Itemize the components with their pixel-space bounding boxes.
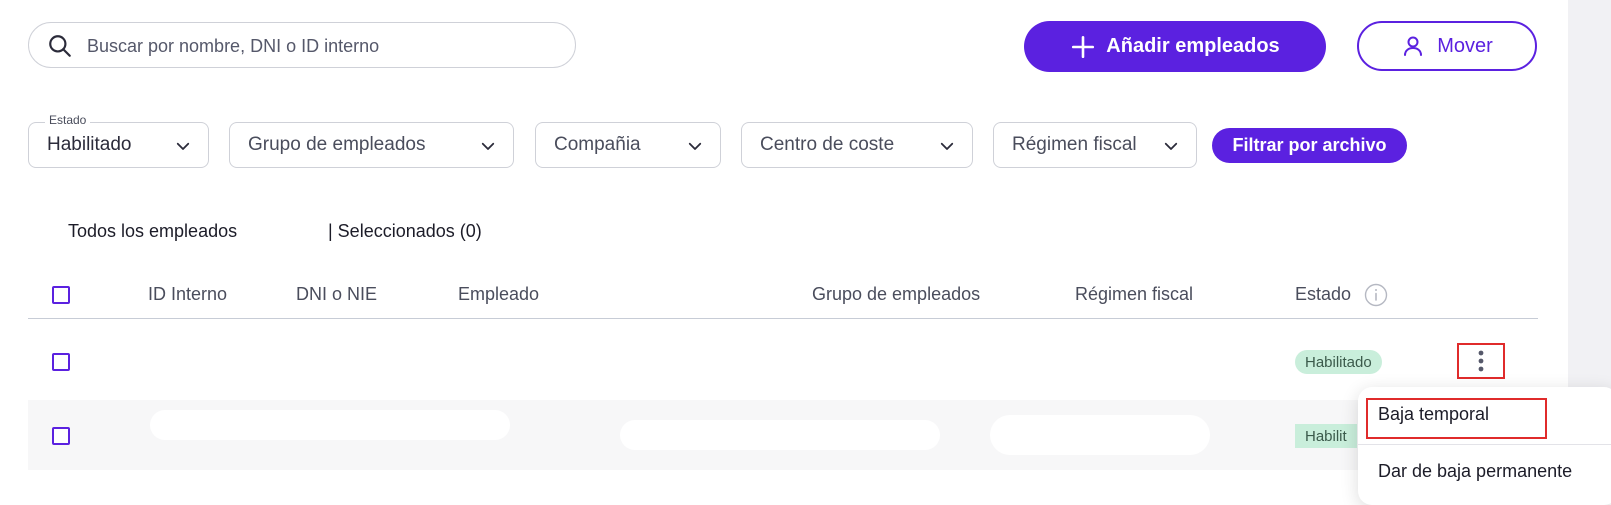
- menu-item-permanent-leave[interactable]: Dar de baja permanente: [1378, 461, 1572, 482]
- tab-selected[interactable]: | Seleccionados (0): [328, 221, 482, 242]
- select-all-checkbox[interactable]: [52, 286, 70, 304]
- table-header-divider: [28, 318, 1538, 319]
- status-badge: Habilitado: [1295, 350, 1382, 374]
- column-header-regime[interactable]: Régimen fiscal: [1075, 284, 1193, 305]
- estado-select[interactable]: Estado Habilitado: [28, 113, 209, 168]
- row-actions-button[interactable]: [1457, 343, 1505, 379]
- row-checkbox[interactable]: [52, 353, 70, 371]
- user-icon: [1404, 36, 1423, 56]
- plus-icon: [1072, 35, 1095, 58]
- search-box[interactable]: [28, 22, 576, 68]
- column-header-status[interactable]: Estado: [1295, 284, 1351, 305]
- tax-regime-placeholder: Régimen fiscal: [1012, 134, 1137, 155]
- row-checkbox[interactable]: [52, 427, 70, 445]
- employee-group-select[interactable]: Grupo de empleados: [229, 122, 514, 168]
- move-button[interactable]: Mover: [1357, 21, 1537, 71]
- add-employees-button[interactable]: Añadir empleados: [1024, 21, 1326, 72]
- info-icon[interactable]: [1364, 283, 1388, 307]
- column-header-employee[interactable]: Empleado: [458, 284, 539, 305]
- cost-center-select[interactable]: Centro de coste: [741, 122, 973, 168]
- employee-group-placeholder: Grupo de empleados: [248, 134, 426, 155]
- status-badge: Habilit: [1295, 424, 1357, 448]
- search-icon: [49, 35, 71, 57]
- column-header-dni[interactable]: DNI o NIE: [296, 284, 377, 305]
- highlight-frame: [1366, 398, 1547, 439]
- tab-all-employees[interactable]: Todos los empleados: [68, 221, 237, 242]
- company-select[interactable]: Compañia: [535, 122, 721, 168]
- chevron-down-icon: [940, 142, 954, 150]
- menu-divider: [1358, 444, 1611, 445]
- move-label: Mover: [1437, 34, 1493, 57]
- chevron-down-icon: [481, 142, 495, 150]
- add-employees-label: Añadir empleados: [1106, 35, 1280, 57]
- redaction-patch: [990, 415, 1210, 455]
- column-header-id[interactable]: ID Interno: [148, 284, 227, 305]
- chevron-down-icon: [1164, 142, 1178, 150]
- estado-value: Habilitado: [47, 134, 132, 155]
- estado-field-label: Estado: [45, 113, 91, 127]
- chevron-down-icon: [176, 142, 190, 150]
- chevron-down-icon: [688, 142, 702, 150]
- search-input[interactable]: [85, 31, 559, 61]
- company-placeholder: Compañia: [554, 134, 641, 155]
- more-vertical-icon: [1478, 350, 1484, 372]
- column-header-group[interactable]: Grupo de empleados: [812, 284, 980, 305]
- redaction-patch: [150, 410, 510, 440]
- filter-by-file-label: Filtrar por archivo: [1232, 135, 1387, 155]
- filter-by-file-button[interactable]: Filtrar por archivo: [1212, 128, 1407, 163]
- tax-regime-select[interactable]: Régimen fiscal: [993, 122, 1197, 168]
- redaction-patch: [620, 420, 940, 450]
- cost-center-placeholder: Centro de coste: [760, 134, 895, 155]
